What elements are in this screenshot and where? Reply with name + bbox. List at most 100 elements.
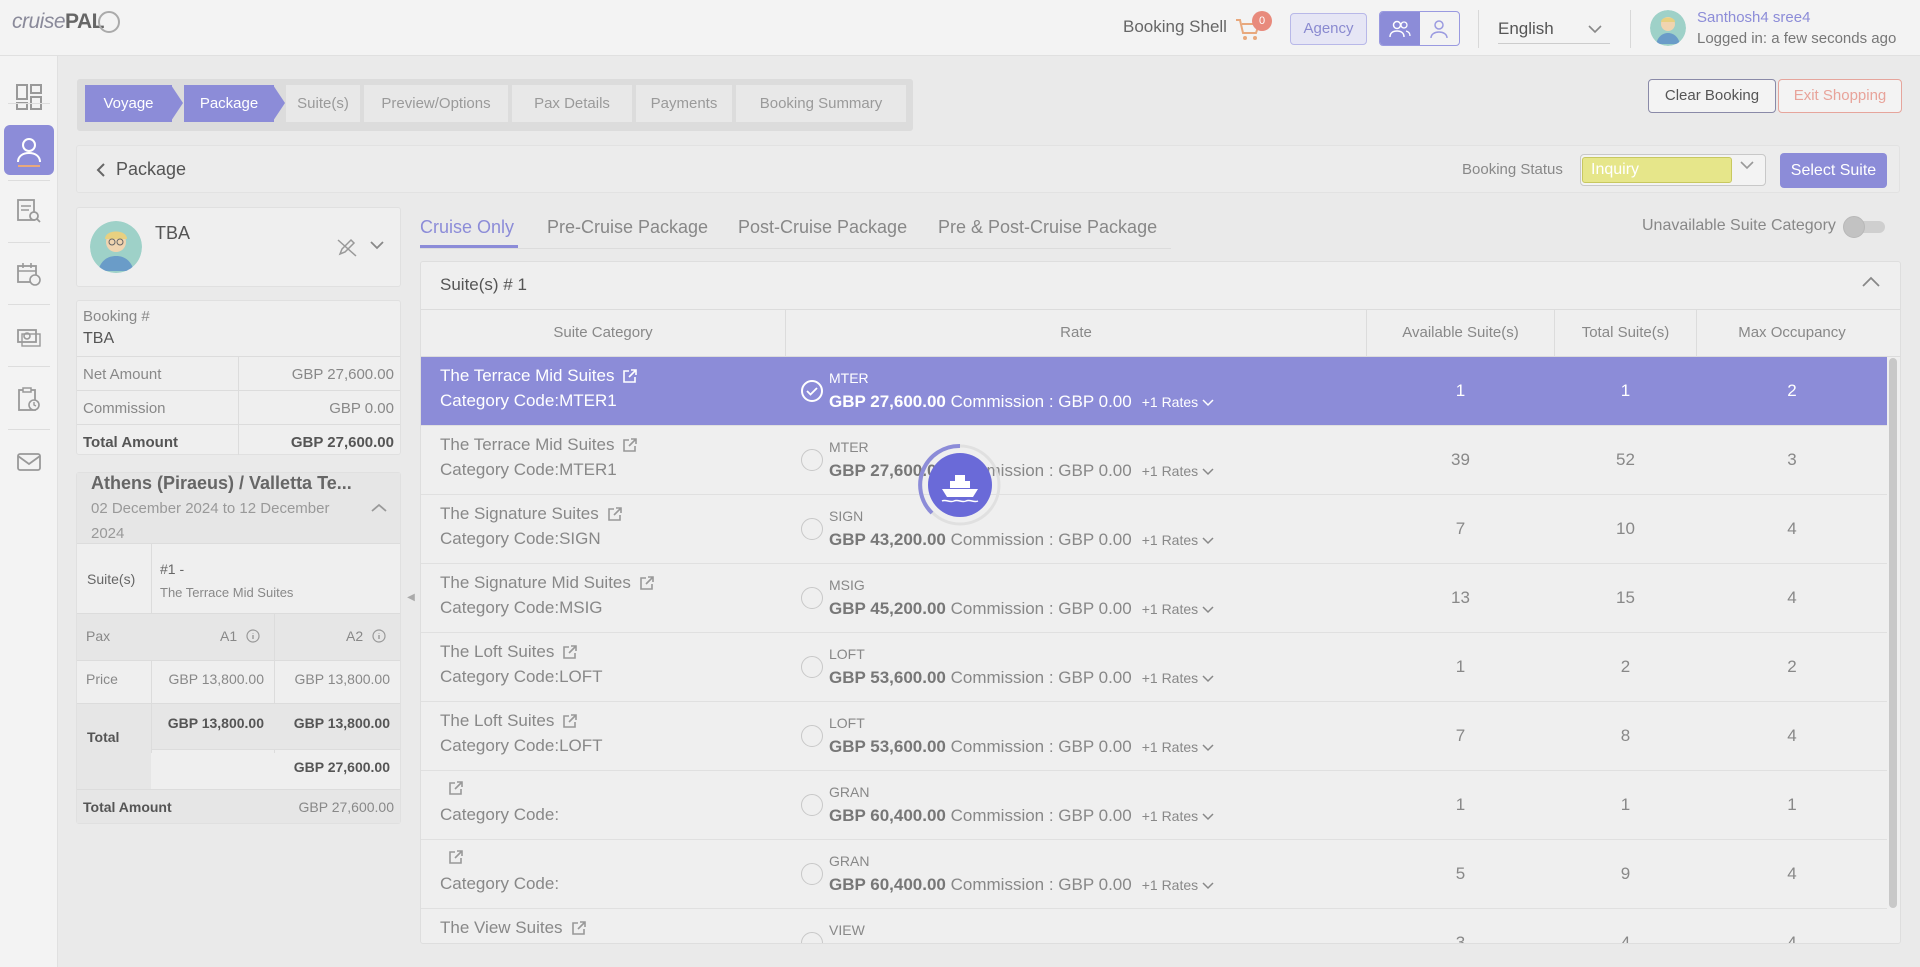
language-select[interactable]: English bbox=[1498, 14, 1610, 44]
chevron-down-icon[interactable] bbox=[370, 240, 384, 250]
calendar-refresh-icon[interactable] bbox=[4, 249, 54, 299]
more-rates-link[interactable]: +1 Rates bbox=[1142, 739, 1214, 755]
rate-radio[interactable] bbox=[801, 518, 823, 540]
back-to-package[interactable]: Package bbox=[96, 159, 186, 180]
single-user-icon[interactable] bbox=[1420, 12, 1460, 45]
total-suites: 4 bbox=[1620, 933, 1631, 943]
rate-price: GBP 60,400.00 bbox=[829, 875, 946, 894]
col-rate[interactable]: Rate bbox=[786, 324, 1366, 341]
select-suite-button[interactable]: Select Suite bbox=[1780, 153, 1887, 188]
category-code: Category Code:MTER1 bbox=[440, 391, 617, 410]
chevron-up-icon[interactable] bbox=[371, 503, 387, 513]
suite-name[interactable] bbox=[440, 849, 464, 865]
more-rates-link[interactable]: +1 Rates bbox=[1142, 601, 1214, 617]
cruisepal-logo[interactable]: cruisePAL bbox=[12, 10, 120, 34]
voyage-total-amount: GBP 27,600.00 bbox=[298, 799, 394, 815]
collapse-panel-icon[interactable]: ◀ bbox=[404, 586, 418, 610]
tab-cruise-only[interactable]: Cruise Only bbox=[420, 217, 514, 238]
dashboard-icon[interactable] bbox=[4, 72, 54, 122]
exit-shopping-button[interactable]: Exit Shopping bbox=[1778, 79, 1902, 113]
step-preview-options[interactable]: Preview/Options bbox=[364, 85, 508, 122]
external-link-icon[interactable] bbox=[562, 644, 578, 660]
step-booking-summary[interactable]: Booking Summary bbox=[736, 85, 906, 122]
rate-radio[interactable] bbox=[801, 587, 823, 609]
more-rates-link[interactable]: +1 Rates bbox=[1142, 532, 1214, 548]
info-icon[interactable] bbox=[246, 629, 260, 643]
available-suites: 1 bbox=[1455, 795, 1466, 814]
agency-button[interactable]: Agency bbox=[1290, 13, 1367, 45]
external-link-icon[interactable] bbox=[639, 575, 655, 591]
suite-name[interactable]: The Terrace Mid Suites bbox=[440, 366, 638, 386]
suite-name[interactable]: The Terrace Mid Suites bbox=[440, 435, 638, 455]
document-search-icon[interactable] bbox=[4, 186, 54, 236]
col-suite-category[interactable]: Suite Category bbox=[421, 324, 785, 341]
tab-pre-post-cruise-package[interactable]: Pre & Post-Cruise Package bbox=[938, 217, 1157, 238]
step-package[interactable]: Package bbox=[184, 85, 274, 122]
booking-shell-label[interactable]: Booking Shell bbox=[1123, 17, 1227, 37]
suite-name[interactable]: The Signature Mid Suites bbox=[440, 573, 655, 593]
total-amount-label: Total Amount bbox=[83, 434, 178, 451]
suite-name[interactable]: The Signature Suites bbox=[440, 504, 623, 524]
more-rates-link[interactable]: +1 Rates bbox=[1142, 463, 1214, 479]
available-suites: 7 bbox=[1455, 726, 1466, 745]
rate-line: GBP 53,600.00 Commission : GBP 0.00 +1 Ra… bbox=[829, 737, 1214, 757]
col-max-occupancy[interactable]: Max Occupancy bbox=[1697, 324, 1887, 341]
suite-name[interactable]: The Loft Suites bbox=[440, 642, 578, 662]
commission-label: Commission bbox=[83, 400, 166, 417]
divider bbox=[8, 304, 50, 305]
suite-row-partial[interactable]: The View Suites VIEW 3 4 4 bbox=[421, 909, 1887, 943]
external-link-icon[interactable] bbox=[562, 713, 578, 729]
chevron-down-icon bbox=[1740, 160, 1754, 170]
tab-post-cruise-package[interactable]: Post-Cruise Package bbox=[738, 217, 907, 238]
external-link-icon[interactable] bbox=[448, 849, 464, 865]
rate-radio[interactable] bbox=[801, 656, 823, 678]
external-link-icon[interactable] bbox=[571, 920, 587, 936]
more-rates-link[interactable]: +1 Rates bbox=[1142, 808, 1214, 824]
rate-radio[interactable] bbox=[801, 725, 823, 747]
external-link-icon[interactable] bbox=[607, 506, 623, 522]
money-icon[interactable] bbox=[4, 312, 54, 362]
suite-name[interactable] bbox=[440, 780, 464, 796]
chevron-up-icon[interactable] bbox=[1862, 276, 1880, 288]
more-rates-link[interactable]: +1 Rates bbox=[1142, 670, 1214, 686]
suite-name-text: The Signature Mid Suites bbox=[440, 573, 631, 592]
step-suites[interactable]: Suite(s) bbox=[286, 85, 360, 122]
user-avatar[interactable] bbox=[1650, 10, 1686, 46]
rate-radio[interactable] bbox=[801, 449, 823, 471]
suite-name[interactable]: The Loft Suites bbox=[440, 711, 578, 731]
external-link-icon[interactable] bbox=[622, 368, 638, 384]
available-suites: 1 bbox=[1455, 381, 1466, 400]
user-mode-toggle[interactable] bbox=[1379, 11, 1460, 46]
step-separator bbox=[171, 85, 183, 121]
col-total-suites[interactable]: Total Suite(s) bbox=[1555, 324, 1696, 341]
suite-name[interactable]: The View Suites bbox=[440, 918, 587, 938]
user-name[interactable]: Santhosh4 sree4 bbox=[1697, 9, 1810, 26]
edit-off-icon[interactable] bbox=[336, 236, 358, 258]
step-voyage[interactable]: Voyage bbox=[85, 85, 172, 122]
tab-pre-cruise-package[interactable]: Pre-Cruise Package bbox=[547, 217, 708, 238]
more-rates-link[interactable]: +1 Rates bbox=[1142, 394, 1214, 410]
external-link-icon[interactable] bbox=[622, 437, 638, 453]
rate-radio[interactable] bbox=[801, 932, 823, 943]
mail-icon[interactable] bbox=[4, 437, 54, 487]
clear-booking-button[interactable]: Clear Booking bbox=[1648, 79, 1776, 113]
rate-radio[interactable] bbox=[801, 794, 823, 816]
divider bbox=[77, 660, 400, 661]
rate-commission: Commission : GBP 0.00 bbox=[950, 668, 1132, 687]
group-users-icon[interactable] bbox=[1380, 12, 1420, 45]
info-icon[interactable] bbox=[372, 629, 386, 643]
rate-radio-checked[interactable] bbox=[801, 380, 823, 402]
active-tab-indicator bbox=[420, 245, 518, 248]
rate-radio[interactable] bbox=[801, 863, 823, 885]
logged-in-status: Logged in: a few seconds ago bbox=[1697, 30, 1897, 47]
suites-scrollbar[interactable] bbox=[1889, 358, 1897, 908]
col-available-suites[interactable]: Available Suite(s) bbox=[1367, 324, 1554, 341]
more-rates-link[interactable]: +1 Rates bbox=[1142, 877, 1214, 893]
step-payments[interactable]: Payments bbox=[636, 85, 732, 122]
price-a2: GBP 13,800.00 bbox=[294, 671, 390, 687]
user-icon[interactable] bbox=[4, 125, 54, 175]
external-link-icon[interactable] bbox=[448, 780, 464, 796]
step-pax-details[interactable]: Pax Details bbox=[512, 85, 632, 122]
clipboard-clock-icon[interactable] bbox=[4, 374, 54, 424]
unavailable-suite-toggle[interactable] bbox=[1843, 216, 1885, 238]
